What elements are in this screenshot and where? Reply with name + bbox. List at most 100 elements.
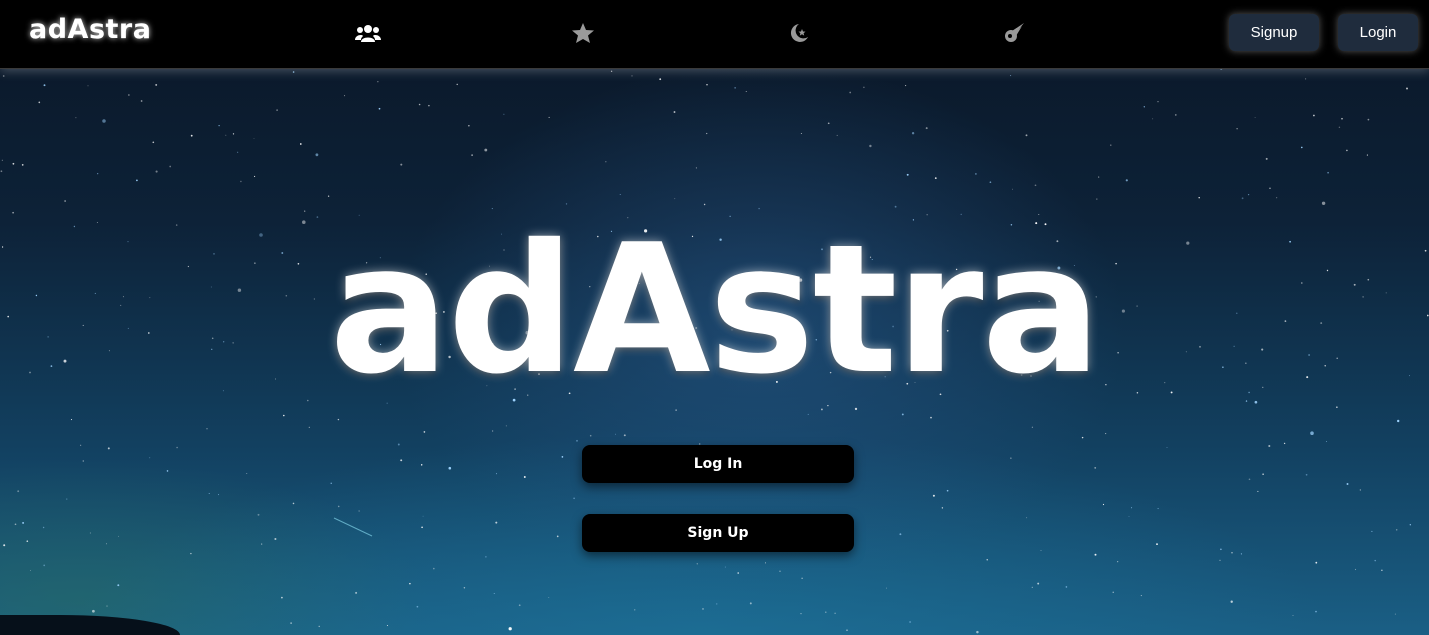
- star-dot: [695, 167, 697, 169]
- signup-button[interactable]: Sign Up: [582, 514, 854, 552]
- star-dot: [1269, 187, 1271, 189]
- star-dot: [358, 510, 360, 512]
- star-icon[interactable]: [570, 21, 596, 45]
- star-dot: [1, 159, 3, 161]
- star-dot: [1305, 473, 1308, 476]
- star-dot: [825, 611, 827, 613]
- star-dot: [218, 124, 220, 127]
- star-dot: [518, 604, 521, 607]
- star-dot: [696, 563, 698, 565]
- star-dot: [1110, 144, 1112, 146]
- star-dot: [1371, 530, 1373, 532]
- star-dot: [1381, 569, 1383, 571]
- star-dot: [190, 134, 193, 137]
- star-dot: [1117, 561, 1119, 563]
- login-nav-button[interactable]: Login: [1338, 14, 1418, 51]
- star-dot: [400, 163, 403, 166]
- star-dot: [1354, 568, 1357, 571]
- star-dot: [800, 613, 802, 615]
- star-dot: [17, 490, 20, 493]
- star-dot: [66, 498, 68, 500]
- star-dot: [152, 141, 155, 144]
- star-dot: [706, 83, 708, 86]
- star-dot: [505, 425, 507, 427]
- star-dot: [378, 107, 381, 110]
- star-dot: [1220, 548, 1222, 551]
- star-dot: [484, 148, 488, 152]
- star-dot: [166, 470, 169, 472]
- star-dot: [136, 179, 138, 182]
- star-dot: [240, 180, 242, 183]
- star-dot: [1292, 615, 1294, 616]
- star-dot: [38, 101, 41, 104]
- star-dot: [1219, 559, 1221, 561]
- star-dot: [886, 587, 887, 589]
- star-dot: [610, 70, 613, 72]
- star-dot: [561, 456, 564, 458]
- star-dot: [1034, 184, 1037, 187]
- star-dot: [1040, 550, 1042, 552]
- star-dot: [26, 540, 29, 543]
- star-dot: [1310, 431, 1314, 436]
- star-dot: [21, 164, 24, 166]
- star-dot: [106, 543, 108, 545]
- star-dot: [1341, 117, 1343, 120]
- star-dot: [155, 83, 158, 86]
- star-dot: [43, 564, 46, 567]
- star-dot: [523, 476, 526, 478]
- star-dot: [155, 170, 158, 173]
- star-dot: [1346, 483, 1349, 485]
- login-button[interactable]: Log In: [582, 445, 854, 483]
- star-dot: [1300, 146, 1303, 149]
- star-dot: [89, 532, 91, 534]
- star-dot: [106, 605, 108, 607]
- star-dot: [485, 556, 487, 558]
- star-dot: [400, 459, 403, 462]
- star-dot: [190, 552, 192, 555]
- star-dot: [605, 161, 607, 163]
- star-dot: [117, 584, 120, 587]
- star-dot: [276, 109, 278, 111]
- star-dot: [508, 627, 512, 631]
- star-dot: [1247, 193, 1250, 196]
- star-dot: [377, 81, 379, 83]
- star-dot: [416, 605, 419, 608]
- star-dot: [102, 119, 106, 123]
- star-dot: [448, 466, 452, 470]
- star-dot: [1366, 154, 1368, 156]
- star-dot: [503, 113, 505, 115]
- star-dot: [422, 515, 424, 517]
- star-dot: [911, 132, 915, 135]
- star-dot: [253, 138, 255, 139]
- star-dot: [281, 596, 283, 599]
- star-dot: [827, 122, 830, 125]
- star-dot: [779, 570, 781, 572]
- star-dot: [1283, 442, 1286, 445]
- star-dot: [989, 181, 992, 184]
- star-dot: [254, 175, 256, 177]
- star-dot: [706, 132, 708, 135]
- star-dot: [118, 535, 120, 537]
- signup-nav-button[interactable]: Signup: [1229, 14, 1319, 51]
- brand-logo[interactable]: adAstra: [29, 14, 151, 45]
- star-dot: [1325, 441, 1327, 443]
- star-dot: [337, 505, 340, 508]
- comet-icon[interactable]: [1001, 21, 1027, 45]
- star-dot: [1313, 114, 1315, 117]
- star-dot: [1112, 591, 1114, 593]
- moon-star-icon[interactable]: [785, 21, 811, 45]
- star-dot: [749, 602, 752, 605]
- star-dot: [589, 434, 592, 437]
- star-dot: [463, 587, 466, 589]
- star-dot: [75, 117, 77, 119]
- star-dot: [1240, 553, 1242, 555]
- star-dot: [1174, 114, 1177, 116]
- star-dot: [3, 544, 6, 547]
- star-dot: [715, 603, 718, 605]
- star-dot: [43, 84, 46, 87]
- star-dot: [0, 170, 3, 173]
- users-icon[interactable]: [355, 21, 381, 45]
- star-dot: [1236, 128, 1238, 130]
- star-dot: [330, 482, 332, 484]
- star-dot: [905, 85, 907, 87]
